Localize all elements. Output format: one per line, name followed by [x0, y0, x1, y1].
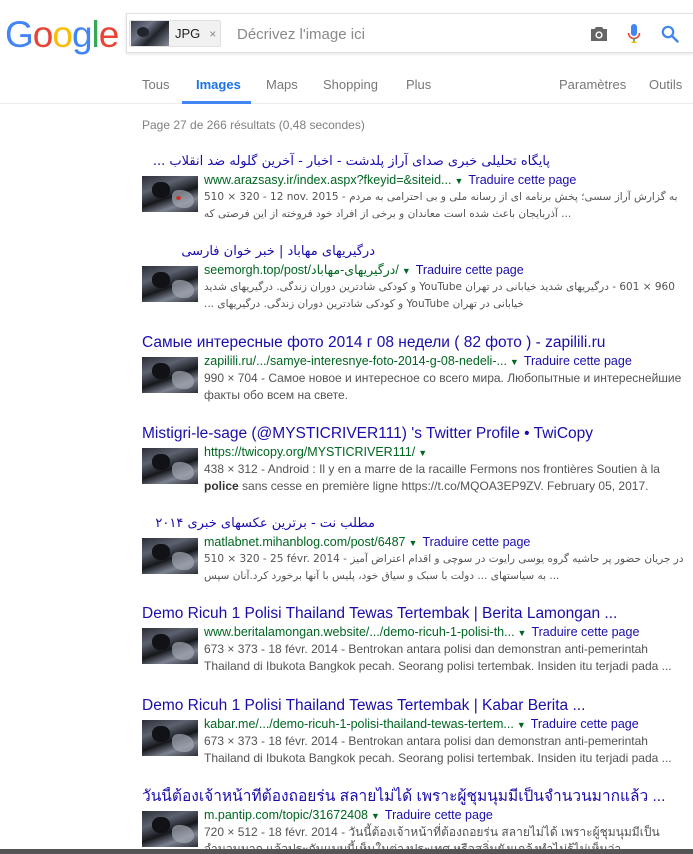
result-title-link[interactable]: Самые интересные фото 2014 г 08 недели (… — [142, 333, 687, 353]
result-thumbnail[interactable] — [142, 628, 198, 664]
active-tab-indicator — [182, 101, 251, 104]
result-url: kabar.me/.../demo-ricuh-1-polisi-thailan… — [204, 716, 639, 734]
url-dropdown-icon[interactable]: ▼ — [510, 357, 519, 367]
result-snippet: 960 × 601 - درگیریهای شدید خیابانی در ته… — [204, 281, 675, 310]
result-thumbnail[interactable] — [142, 266, 198, 302]
translate-link[interactable]: Traduire cette page — [422, 535, 530, 549]
translate-link[interactable]: Traduire cette page — [531, 625, 639, 639]
result-thumbnail[interactable] — [142, 176, 198, 212]
search-result: Самые интересные фото 2014 г 08 недели (… — [142, 333, 687, 405]
result-snippet: 673 × 373 - 18 févr. 2014 - Bentrokan an… — [204, 642, 672, 673]
logo-letter: e — [98, 14, 120, 55]
result-snippet: 990 × 704 - Самое новое и интересное со … — [204, 371, 682, 402]
search-result: Demo Ricuh 1 Polisi Thailand Tewas Terte… — [142, 604, 687, 676]
horizontal-scrollbar[interactable] — [0, 849, 693, 854]
url-dropdown-icon[interactable]: ▼ — [371, 811, 380, 821]
url-dropdown-icon[interactable]: ▼ — [517, 720, 526, 730]
query-image-thumbnail — [131, 21, 169, 46]
tab-images[interactable]: Images — [196, 77, 241, 92]
result-thumbnail[interactable] — [142, 811, 198, 847]
logo-letter: l — [91, 14, 100, 55]
result-title-link[interactable]: مطلب نت - برترین عکسهای خبری ۲۰۱۴ — [142, 514, 687, 534]
result-url: m.pantip.com/topic/31672408 ▼ Traduire cet… — [204, 807, 493, 825]
result-snippet: 510 × 320 - 12 nov. 2015 - به گزارش آراز… — [204, 191, 678, 220]
search-result: درگیریهای مهاباد | خبر خوان فارسی seemor… — [142, 242, 687, 314]
result-url-text: https://twicopy.org/MYSTICRIVER111/ — [204, 445, 416, 459]
translate-link[interactable]: Traduire cette page — [416, 263, 524, 277]
result-url-text: seemorgh.top/post/درگیریهای-مهاباد/ — [204, 263, 399, 277]
settings-menu[interactable]: Paramètres — [559, 77, 626, 92]
result-url: https://twicopy.org/MYSTICRIVER111/▼ — [204, 444, 432, 462]
result-url: www.arazsasy.ir/index.aspx?fkeyid=&sitei… — [204, 172, 576, 190]
tab-shopping[interactable]: Shopping — [323, 77, 378, 92]
result-thumbnail[interactable] — [142, 357, 198, 393]
tab-more[interactable]: Plus — [406, 77, 431, 92]
image-query-chip[interactable]: JPG × — [129, 20, 221, 47]
result-url: www.beritalamongan.website/.../demo-ricu… — [204, 624, 639, 642]
url-dropdown-icon[interactable]: ▼ — [518, 628, 527, 638]
logo-letter: o — [32, 14, 54, 55]
result-title-link[interactable]: Demo Ricuh 1 Polisi Thailand Tewas Terte… — [142, 696, 687, 716]
search-result: Mistigri-le-sage (@MYSTICRIVER111) 's Tw… — [142, 424, 687, 496]
result-title-link[interactable]: Mistigri-le-sage (@MYSTICRIVER111) 's Tw… — [142, 424, 687, 444]
result-thumbnail[interactable] — [142, 448, 198, 484]
search-result: Demo Ricuh 1 Polisi Thailand Tewas Terte… — [142, 696, 687, 768]
tab-all[interactable]: Tous — [142, 77, 169, 92]
url-dropdown-icon[interactable]: ▼ — [402, 266, 411, 276]
logo-letter: g — [71, 14, 93, 55]
search-input[interactable] — [237, 23, 577, 45]
translate-link[interactable]: Traduire cette page — [468, 173, 576, 187]
result-url: matlabnet.mihanblog.com/post/6487 ▼ Tradui… — [204, 534, 530, 552]
result-title-link[interactable]: Demo Ricuh 1 Polisi Thailand Tewas Terte… — [142, 604, 687, 624]
result-url: zapilili.ru/.../samye-interesnye-foto-20… — [204, 353, 632, 371]
search-result: วันนี้ต้องเจ้าหน้าที่ต้องถอยร่น สลายไม่ไ… — [142, 787, 687, 854]
result-snippet: 510 × 320 - 25 févr. 2014 - در جریان حضو… — [204, 553, 684, 582]
url-dropdown-icon[interactable]: ▼ — [454, 176, 463, 186]
result-thumbnail[interactable] — [142, 538, 198, 574]
result-url-text: matlabnet.mihanblog.com/post/6487 — [204, 535, 406, 549]
logo-letter: o — [52, 14, 73, 55]
result-url-text: kabar.me/.../demo-ricuh-1-polisi-thailan… — [204, 717, 514, 731]
result-snippet: 673 × 373 - 18 févr. 2014 - Bentrokan an… — [204, 734, 672, 765]
search-icon[interactable] — [659, 23, 681, 45]
highlighted-term: police — [204, 479, 239, 493]
search-box[interactable]: JPG × — [126, 13, 693, 53]
url-dropdown-icon[interactable]: ▼ — [418, 448, 427, 458]
translate-link[interactable]: Traduire cette page — [524, 354, 632, 368]
logo-letter: G — [5, 14, 34, 55]
result-url-text: zapilili.ru/.../samye-interesnye-foto-20… — [204, 354, 507, 368]
tab-maps[interactable]: Maps — [266, 77, 298, 92]
search-header: Google JPG × Tous Images Maps Shopping P… — [0, 0, 693, 104]
tools-menu[interactable]: Outils — [649, 77, 682, 92]
result-title-link[interactable]: پایگاه تحلیلی خبری صدای آراز پلدشت - اخب… — [142, 152, 687, 172]
url-dropdown-icon[interactable]: ▼ — [409, 538, 418, 548]
result-title-link[interactable]: درگیریهای مهاباد | خبر خوان فارسی — [142, 242, 687, 262]
camera-icon[interactable] — [588, 23, 610, 45]
remove-image-icon[interactable]: × — [209, 27, 216, 41]
result-thumbnail[interactable] — [142, 720, 198, 756]
result-stats: Page 27 de 266 résultats (0,48 secondes) — [142, 118, 365, 132]
result-url-text: m.pantip.com/topic/31672408 — [204, 808, 368, 822]
translate-link[interactable]: Traduire cette page — [385, 808, 493, 822]
result-url: seemorgh.top/post/درگیریهای-مهاباد/▼ Trad… — [204, 262, 524, 280]
result-snippet: 438 × 312 - Android : Il y en a marre de… — [204, 462, 660, 493]
result-url-text: www.beritalamongan.website/.../demo-ricu… — [204, 625, 515, 639]
microphone-icon[interactable] — [623, 23, 645, 45]
search-tabs: Tous Images Maps Shopping Plus Paramètre… — [0, 70, 693, 104]
result-url-text: www.arazsasy.ir/index.aspx?fkeyid=&sitei… — [204, 173, 452, 187]
result-title-link[interactable]: วันนี้ต้องเจ้าหน้าที่ต้องถอยร่น สลายไม่ไ… — [142, 787, 687, 807]
image-format-label: JPG — [175, 26, 201, 41]
search-result: مطلب نت - برترین عکسهای خبری ۲۰۱۴ matlab… — [142, 514, 687, 586]
translate-link[interactable]: Traduire cette page — [531, 717, 639, 731]
search-result: پایگاه تحلیلی خبری صدای آراز پلدشت - اخب… — [142, 152, 687, 224]
google-logo[interactable]: Google — [5, 14, 120, 56]
